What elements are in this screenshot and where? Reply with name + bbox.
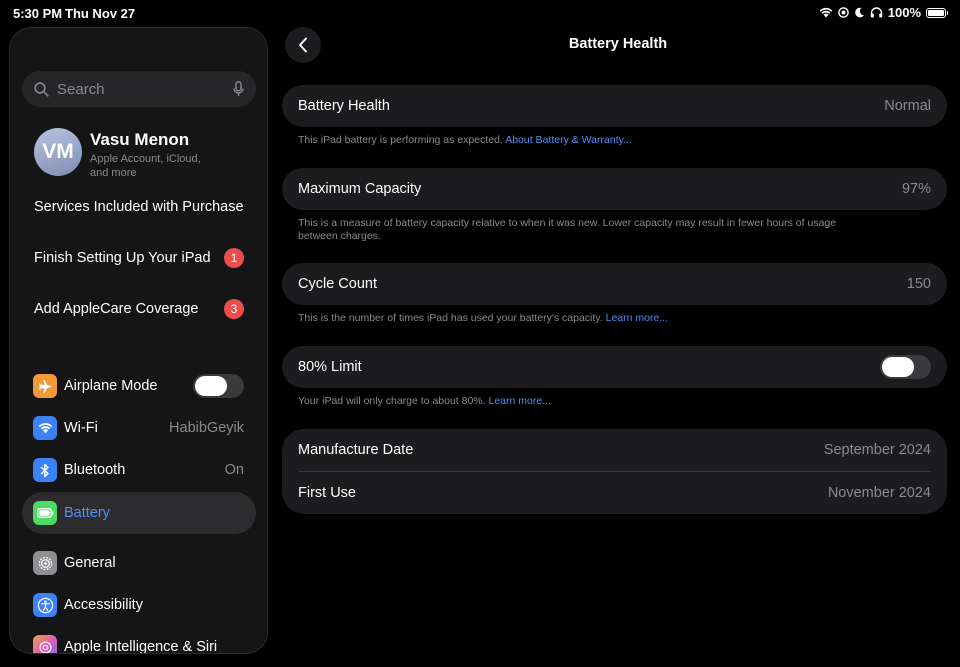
about-battery-warranty-link[interactable]: About Battery & Warranty... (505, 134, 632, 146)
back-button[interactable] (285, 27, 321, 63)
battery-health-value: Normal (884, 98, 931, 114)
status-date: Thu Nov 27 (65, 6, 136, 21)
battery-percent: 100% (887, 5, 921, 20)
maximum-capacity-value: 97% (901, 181, 931, 197)
services-included-label: Services Included with Purchase (34, 199, 244, 215)
chevron-left-icon (299, 37, 307, 53)
apple-intelligence-label: Apple Intelligence & Siri (64, 639, 218, 654)
accessibility-icon (33, 593, 57, 617)
wifi-label: Wi-Fi (64, 420, 98, 436)
siri-icon (33, 635, 57, 653)
airplane-icon (33, 374, 57, 398)
wifi-icon (33, 416, 57, 440)
manufacture-date-value: September 2024 (823, 442, 931, 458)
limit-note-text: Your iPad will only charge to about 80%. (298, 395, 486, 407)
finish-setup-badge: 1 (224, 248, 244, 268)
avatar: VM (34, 128, 82, 176)
status-indicators: 100% (819, 5, 948, 20)
limit-row: 80% Limit (282, 346, 947, 388)
profile-subtitle: Apple Account, iCloud, and more (90, 153, 201, 179)
sidebar-item-battery[interactable]: Battery (22, 492, 256, 534)
search-placeholder[interactable]: Search (57, 81, 233, 98)
sidebar-item-general[interactable]: General (22, 542, 256, 584)
sidebar-item-apple-intelligence-siri[interactable]: Apple Intelligence & Siri (22, 626, 256, 654)
maximum-capacity-row: Maximum Capacity 97% (282, 168, 947, 210)
applecare-label: Add AppleCare Coverage (34, 301, 199, 317)
cycle-count-label: Cycle Count (298, 276, 377, 292)
wifi-status-icon (819, 7, 833, 18)
sidebar-item-wifi[interactable]: Wi-Fi HabibGeyik (22, 407, 256, 449)
cycle-count-value: 150 (906, 276, 931, 292)
sidebar-item-bluetooth[interactable]: Bluetooth On (22, 449, 256, 491)
limit-toggle[interactable] (880, 355, 931, 379)
battery-status-icon (926, 7, 948, 18)
bluetooth-icon (33, 458, 57, 482)
airplane-mode-toggle[interactable] (193, 374, 244, 398)
battery-health-note: This iPad battery is performing as expec… (298, 134, 898, 147)
search-icon (34, 81, 49, 97)
cycle-count-note: This is the number of times iPad has use… (298, 312, 898, 325)
general-label: General (64, 555, 116, 571)
cycle-count-row: Cycle Count 150 (282, 263, 947, 305)
account-profile[interactable]: VM Vasu Menon Apple Account, iCloud, and… (34, 128, 220, 180)
headphones-icon (870, 7, 882, 18)
applecare-badge: 3 (224, 299, 244, 319)
bluetooth-value: On (224, 462, 244, 478)
cycle-count-learn-more-link[interactable]: Learn more... (606, 312, 668, 324)
accessibility-label: Accessibility (64, 597, 143, 613)
limit-note: Your iPad will only charge to about 80%.… (298, 395, 898, 408)
status-bar: 5:30 PM Thu Nov 27 100% (0, 0, 960, 26)
moon-icon (854, 7, 864, 18)
cycle-count-card: Cycle Count 150 (282, 263, 947, 305)
limit-label: 80% Limit (298, 359, 362, 375)
airplane-mode-label: Airplane Mode (64, 378, 158, 394)
maximum-capacity-card: Maximum Capacity 97% (282, 168, 947, 210)
maximum-capacity-label: Maximum Capacity (298, 181, 422, 197)
gear-icon (33, 551, 57, 575)
battery-health-row: Battery Health Normal (282, 85, 947, 127)
applecare-row[interactable]: Add AppleCare Coverage 3 (34, 299, 244, 319)
status-time: 5:30 PM (13, 6, 63, 21)
finish-setup-row[interactable]: Finish Setting Up Your iPad 1 (34, 248, 244, 268)
finish-setup-label: Finish Setting Up Your iPad (34, 250, 211, 266)
maximum-capacity-note: This is a measure of battery capacity re… (298, 217, 837, 242)
manufacture-date-label: Manufacture Date (298, 442, 414, 458)
microphone-icon[interactable] (233, 81, 244, 97)
limit-card: 80% Limit (282, 346, 947, 388)
search-field[interactable]: Search (22, 71, 256, 107)
first-use-value: November 2024 (827, 485, 931, 501)
manufacture-date-row: Manufacture Date September 2024 (282, 429, 947, 471)
limit-learn-more-link[interactable]: Learn more... (489, 395, 551, 407)
focus-status-icon (837, 7, 849, 18)
battery-health-card: Battery Health Normal (282, 85, 947, 127)
page-title: Battery Health (568, 36, 668, 52)
sidebar-item-airplane-mode[interactable]: Airplane Mode (22, 365, 256, 407)
wifi-network-value: HabibGeyik (169, 420, 244, 436)
cycle-count-note-text: This is the number of times iPad has use… (298, 312, 603, 324)
sidebar-item-accessibility[interactable]: Accessibility (22, 584, 256, 626)
battery-health-note-text: This iPad battery is performing as expec… (298, 134, 503, 146)
battery-health-label: Battery Health (298, 98, 390, 114)
settings-sidebar: Search VM Vasu Menon Apple Account, iClo… (9, 27, 268, 654)
bluetooth-label: Bluetooth (64, 462, 126, 478)
first-use-label: First Use (298, 485, 356, 501)
battery-icon (33, 501, 57, 525)
profile-name: Vasu Menon (90, 130, 190, 149)
first-use-row: First Use November 2024 (282, 472, 947, 514)
services-included-row[interactable]: Services Included with Purchase (34, 199, 244, 215)
battery-label: Battery (64, 505, 110, 521)
dates-card: Manufacture Date September 2024 First Us… (282, 429, 947, 514)
